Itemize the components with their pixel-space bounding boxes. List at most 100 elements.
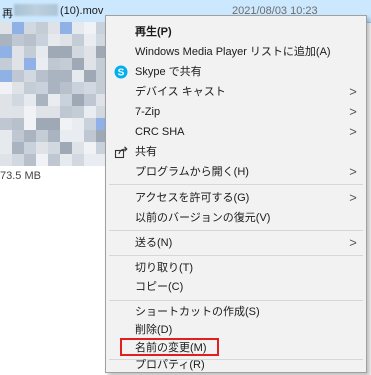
thumbnail-pixel [12, 106, 24, 118]
menu-item-create-shortcut[interactable]: ショートカットの作成(S) [106, 302, 366, 322]
thumbnail-pixel [84, 142, 96, 154]
thumbnail-pixel [84, 94, 96, 106]
menu-item-label: アクセスを許可する(G) [135, 192, 250, 204]
thumbnail-pixel [12, 142, 24, 154]
menu-item-label: CRC SHA [135, 126, 185, 138]
thumbnail-pixel [60, 82, 72, 94]
thumbnail-pixel [72, 70, 84, 82]
thumbnail-pixel [0, 82, 12, 94]
menu-item-properties[interactable]: プロパティ(R) [106, 356, 366, 374]
thumbnail-pixel [60, 154, 72, 166]
thumbnail-pixel [72, 118, 84, 130]
thumbnail-pixel [12, 130, 24, 142]
thumbnail-pixel [24, 82, 36, 94]
thumbnail-pixel [0, 118, 12, 130]
thumbnail-pixel [48, 22, 60, 34]
thumbnail-pixel [12, 58, 24, 70]
menu-item-label: 再生(P) [135, 26, 172, 38]
menu-separator [109, 300, 363, 301]
thumbnail-pixel [72, 142, 84, 154]
menu-item-share-skype[interactable]: S Skype で共有 [106, 62, 366, 82]
thumbnail-pixel [72, 106, 84, 118]
thumbnail-pixel [60, 130, 72, 142]
thumbnail-pixel [12, 46, 24, 58]
thumbnail-pixel [36, 46, 48, 58]
thumbnail-pixel [84, 82, 96, 94]
thumbnail-pixel [24, 130, 36, 142]
menu-item-share[interactable]: 共有 [106, 142, 366, 162]
chevron-right-icon: > [349, 164, 357, 179]
thumbnail-pixel [0, 46, 12, 58]
thumbnail-pixel [72, 22, 84, 34]
thumbnail-pixel [48, 34, 60, 46]
menu-item-label: 切り取り(T) [135, 262, 194, 274]
thumbnail-pixel [36, 82, 48, 94]
thumbnail-pixel [0, 106, 12, 118]
menu-item-7zip[interactable]: 7-Zip > [106, 102, 366, 122]
menu-item-device-cast[interactable]: デバイス キャスト > [106, 82, 366, 102]
thumbnail-pixel [36, 94, 48, 106]
thumbnail-pixel [12, 118, 24, 130]
thumbnail-pixel [60, 118, 72, 130]
file-name-prefix: 再 [2, 8, 13, 20]
menu-item-play[interactable]: 再生(P) [106, 22, 366, 42]
menu-item-restore-previous[interactable]: 以前のバージョンの復元(V) [106, 208, 366, 228]
menu-item-label: 共有 [135, 146, 157, 158]
thumbnail-pixel [60, 34, 72, 46]
thumbnail-pixel [48, 106, 60, 118]
thumbnail-pixel [72, 82, 84, 94]
thumbnail-pixel [12, 94, 24, 106]
menu-item-open-with[interactable]: プログラムから開く(H) > [106, 162, 366, 182]
menu-item-label: 7-Zip [135, 106, 161, 118]
file-size-label: 73.5 MB [0, 170, 41, 182]
thumbnail-pixel [0, 94, 12, 106]
menu-item-add-to-wmp-list[interactable]: Windows Media Player リストに追加(A) [106, 42, 366, 62]
menu-item-label: プロパティ(R) [135, 359, 205, 371]
menu-item-delete[interactable]: 削除(D) [106, 320, 366, 340]
thumbnail-pixel [12, 154, 24, 166]
menu-item-give-access[interactable]: アクセスを許可する(G) > [106, 188, 366, 208]
menu-item-label: 以前のバージョンの復元(V) [135, 212, 271, 224]
thumbnail-pixel [48, 58, 60, 70]
thumbnail-pixel [84, 58, 96, 70]
thumbnail-pixel [12, 82, 24, 94]
menu-separator [109, 255, 363, 256]
menu-separator [109, 184, 363, 185]
svg-text:S: S [118, 68, 125, 79]
thumbnail-pixel [72, 34, 84, 46]
menu-item-label: Skype で共有 [135, 66, 202, 78]
chevron-right-icon: > [349, 84, 357, 99]
thumbnail-pixel [48, 130, 60, 142]
thumbnail-pixel [0, 58, 12, 70]
thumbnail-pixel [36, 22, 48, 34]
thumbnail-pixel [84, 34, 96, 46]
thumbnail-pixel [72, 94, 84, 106]
thumbnail-pixel [24, 106, 36, 118]
thumbnail-pixel [48, 142, 60, 154]
thumbnail-pixel [36, 34, 48, 46]
thumbnail-pixel [60, 70, 72, 82]
thumbnail-pixel [24, 46, 36, 58]
thumbnail-pixel [0, 130, 12, 142]
menu-item-label: Windows Media Player リストに追加(A) [135, 46, 331, 58]
thumbnail-pixel [36, 70, 48, 82]
thumbnail-pixel [24, 70, 36, 82]
thumbnail-pixel [84, 22, 96, 34]
thumbnail-pixel [60, 46, 72, 58]
menu-item-crc-sha[interactable]: CRC SHA > [106, 122, 366, 142]
rename-highlight-box [120, 338, 219, 356]
chevron-right-icon: > [349, 124, 357, 139]
menu-item-send-to[interactable]: 送る(N) > [106, 233, 366, 253]
menu-item-copy[interactable]: コピー(C) [106, 277, 366, 297]
thumbnail-pixel [48, 118, 60, 130]
thumbnail-pixel [24, 94, 36, 106]
menu-item-label: ショートカットの作成(S) [135, 306, 260, 318]
menu-item-label: コピー(C) [135, 281, 184, 293]
thumbnail-pixel [48, 154, 60, 166]
menu-separator [109, 230, 363, 231]
menu-item-cut[interactable]: 切り取り(T) [106, 258, 366, 278]
thumbnail-pixel [12, 70, 24, 82]
thumbnail-pixel [24, 118, 36, 130]
thumbnail-pixel [36, 58, 48, 70]
blurred-file-name [14, 4, 58, 16]
